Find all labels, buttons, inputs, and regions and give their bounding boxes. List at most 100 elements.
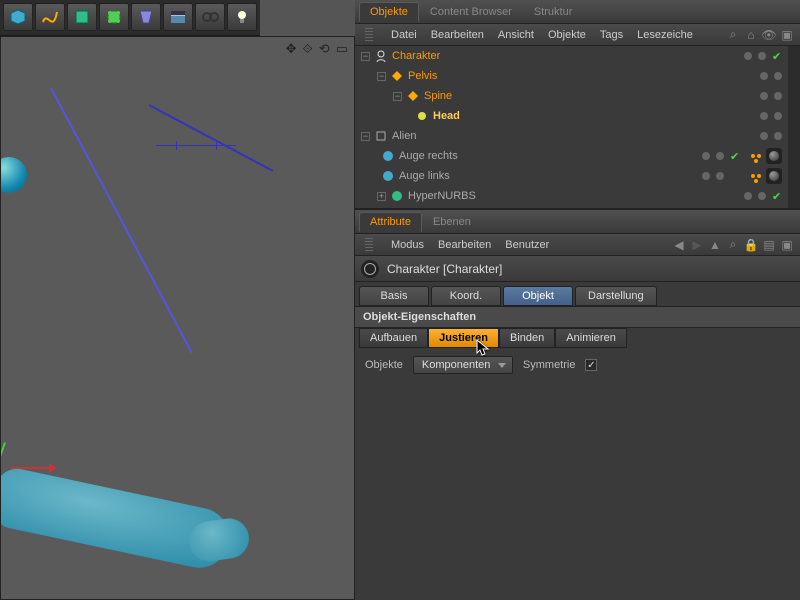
texture-tag-icon[interactable] — [746, 149, 760, 163]
render-dot[interactable] — [716, 152, 724, 160]
render-dot[interactable] — [758, 192, 766, 200]
cube-tool-icon[interactable] — [3, 3, 33, 31]
tab-object[interactable]: Objekt — [503, 286, 573, 306]
tree-scrollbar[interactable] — [788, 46, 800, 208]
menu-mode[interactable]: Modus — [391, 239, 424, 251]
menu-tags[interactable]: Tags — [600, 29, 623, 41]
camera-tool-icon[interactable] — [195, 3, 225, 31]
tree-item-eye-right[interactable]: Auge rechts ✔ — [355, 146, 800, 166]
render-dot[interactable] — [774, 72, 782, 80]
limb-mesh[interactable] — [0, 465, 235, 574]
menu-objects[interactable]: Objekte — [548, 29, 586, 41]
tab-coord[interactable]: Koord. — [431, 286, 501, 306]
menu-edit[interactable]: Bearbeiten — [431, 29, 484, 41]
light-tool-icon[interactable] — [227, 3, 257, 31]
nurbs-tool-icon[interactable] — [67, 3, 97, 31]
visibility-dot[interactable] — [760, 112, 768, 120]
collapse-icon[interactable]: − — [361, 52, 370, 61]
menu-user[interactable]: Benutzer — [505, 239, 549, 251]
up-icon[interactable]: ▲ — [708, 238, 722, 252]
axis-y-icon[interactable] — [1, 442, 19, 464]
new-icon[interactable]: ▤ — [762, 238, 776, 252]
collapse-icon[interactable]: − — [377, 72, 386, 81]
object-manager-menu: Datei Bearbeiten Ansicht Objekte Tags Le… — [355, 24, 800, 46]
visibility-dot[interactable] — [744, 192, 752, 200]
tab-content-browser[interactable]: Content Browser — [419, 2, 523, 21]
components-dropdown[interactable]: Komponenten — [413, 356, 513, 374]
search-icon[interactable]: ⌕ — [726, 238, 740, 252]
render-dot[interactable] — [774, 92, 782, 100]
objects-label: Objekte — [365, 359, 403, 371]
tab-build[interactable]: Aufbauen — [359, 328, 428, 348]
collapse-icon[interactable]: − — [361, 132, 370, 141]
menu-bookmarks[interactable]: Lesezeiche — [637, 29, 693, 41]
search-icon[interactable]: ⌕ — [726, 28, 740, 42]
material-tag-icon[interactable] — [766, 148, 782, 164]
enable-check-icon[interactable]: ✔ — [730, 150, 740, 163]
lock-icon[interactable]: 🔒 — [744, 238, 758, 252]
forward-icon[interactable]: ▶ — [690, 238, 704, 252]
maximize-icon[interactable]: ▣ — [780, 28, 794, 42]
collapse-icon[interactable]: − — [393, 92, 402, 101]
spline-tool-icon[interactable] — [35, 3, 65, 31]
tab-structure[interactable]: Struktur — [523, 2, 584, 21]
enable-check-icon[interactable]: ✔ — [772, 190, 782, 203]
tab-adjust[interactable]: Justieren — [428, 328, 499, 348]
visibility-dot[interactable] — [760, 92, 768, 100]
panel-grip-icon[interactable] — [365, 238, 373, 252]
symmetry-checkbox[interactable]: ✓ — [585, 359, 597, 371]
menu-view[interactable]: Ansicht — [498, 29, 534, 41]
tab-bind[interactable]: Binden — [499, 328, 555, 348]
home-icon[interactable]: ⌂ — [744, 28, 758, 42]
tree-item-hypernurbs[interactable]: + HyperNURBS ✔ — [355, 186, 800, 206]
environment-tool-icon[interactable] — [163, 3, 193, 31]
render-dot[interactable] — [758, 52, 766, 60]
tab-basis[interactable]: Basis — [359, 286, 429, 306]
tab-attribute[interactable]: Attribute — [359, 212, 422, 232]
eye-icon[interactable]: 👁 — [762, 28, 776, 42]
render-dot[interactable] — [716, 172, 724, 180]
perspective-viewport[interactable]: ✥ ⟐ ⟲ ▭ — [0, 36, 355, 600]
enable-check-icon[interactable]: ✔ — [772, 50, 782, 63]
material-tag-icon[interactable] — [766, 168, 782, 184]
panel-grip-icon[interactable] — [365, 28, 373, 42]
character-icon — [373, 49, 389, 63]
render-dot[interactable] — [774, 132, 782, 140]
expand-icon[interactable]: + — [377, 192, 386, 201]
viewport-controls[interactable]: ✥ ⟐ ⟲ ▭ — [286, 41, 348, 57]
visibility-dot[interactable] — [744, 52, 752, 60]
frame-view-icon[interactable]: ▭ — [336, 41, 348, 57]
generator-tool-icon[interactable] — [99, 3, 129, 31]
tree-item-eye-left[interactable]: Auge links ✔ — [355, 166, 800, 186]
tab-display[interactable]: Darstellung — [575, 286, 657, 306]
texture-tag-icon[interactable] — [746, 169, 760, 183]
menu-file[interactable]: Datei — [391, 29, 417, 41]
tree-item-pelvis[interactable]: − Pelvis — [355, 66, 800, 86]
tab-objects[interactable]: Objekte — [359, 2, 419, 22]
visibility-dot[interactable] — [702, 172, 710, 180]
object-title: Charakter [Charakter] — [387, 262, 502, 276]
object-tree[interactable]: − Charakter ✔ − Pelvis − Spine Head − Al… — [355, 46, 800, 208]
tree-item-alien[interactable]: − Alien — [355, 126, 800, 146]
render-dot[interactable] — [774, 112, 782, 120]
joint-icon — [405, 89, 421, 103]
visibility-dot[interactable] — [702, 152, 710, 160]
eye-mesh[interactable] — [0, 157, 27, 193]
menu-edit[interactable]: Bearbeiten — [438, 239, 491, 251]
section-header: Objekt-Eigenschaften — [355, 307, 800, 328]
zoom-view-icon[interactable]: ⟐ — [303, 41, 313, 57]
tree-label: Spine — [424, 90, 452, 102]
back-icon[interactable]: ◀ — [672, 238, 686, 252]
tab-animate[interactable]: Animieren — [555, 328, 627, 348]
tree-item-character[interactable]: − Charakter ✔ — [355, 46, 800, 66]
move-view-icon[interactable]: ✥ — [286, 41, 297, 57]
tab-layers[interactable]: Ebenen — [422, 212, 482, 231]
deformer-tool-icon[interactable] — [131, 3, 161, 31]
tree-item-spine[interactable]: − Spine — [355, 86, 800, 106]
visibility-dot[interactable] — [760, 72, 768, 80]
visibility-dot[interactable] — [760, 132, 768, 140]
rotate-view-icon[interactable]: ⟲ — [319, 41, 330, 57]
attribute-manager: Attribute Ebenen Modus Bearbeiten Benutz… — [355, 208, 800, 382]
tree-item-head[interactable]: Head — [355, 106, 800, 126]
maximize-icon[interactable]: ▣ — [780, 238, 794, 252]
